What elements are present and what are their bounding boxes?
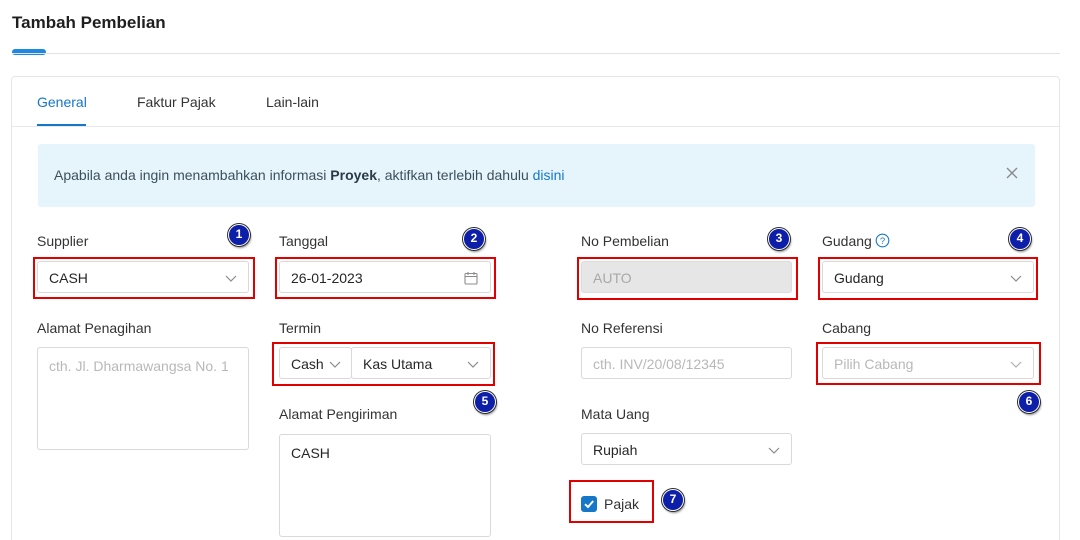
calendar-icon[interactable]: [464, 271, 478, 285]
info-alert: Apabila anda ingin menambahkan informasi…: [38, 144, 1035, 207]
chevron-down-icon: [1010, 361, 1022, 368]
pajak-label[interactable]: Pajak: [604, 496, 639, 512]
alert-link[interactable]: disini: [533, 167, 565, 183]
alamat-pengiriman-value: CASH: [291, 445, 330, 461]
gudang-label: Gudang?: [822, 233, 890, 249]
annotation-badge-4: 4: [1009, 228, 1031, 250]
cabang-select[interactable]: Pilih Cabang: [822, 347, 1034, 379]
annotation-badge-1: 1: [228, 224, 250, 246]
supplier-value: CASH: [49, 270, 88, 286]
termin-type-select[interactable]: Cash: [279, 347, 352, 379]
annotation-badge-2: 2: [463, 228, 485, 250]
alert-text-start: Apabila anda ingin menambahkan informasi: [54, 167, 331, 183]
annotation-badge-3: 3: [768, 228, 790, 250]
help-icon[interactable]: ?: [875, 233, 890, 248]
gudang-label-text: Gudang: [822, 233, 872, 249]
page-title: Tambah Pembelian: [12, 13, 166, 32]
no-referensi-input[interactable]: cth. INV/20/08/12345: [581, 347, 792, 379]
alert-text-end: , aktifkan terlebih dahulu: [376, 167, 533, 183]
alamat-penagihan-label: Alamat Penagihan: [37, 320, 152, 336]
mata-uang-select[interactable]: Rupiah: [581, 433, 792, 465]
svg-text:?: ?: [880, 236, 885, 247]
alamat-pengiriman-textarea[interactable]: CASH: [279, 434, 491, 537]
termin-type-value: Cash: [291, 356, 324, 372]
title-divider: [12, 53, 1060, 54]
annotation-badge-6: 6: [1018, 391, 1040, 413]
supplier-label: Supplier: [37, 233, 89, 249]
annotation-badge-5: 5: [474, 391, 496, 413]
close-icon[interactable]: [1005, 166, 1019, 180]
gudang-select[interactable]: Gudang: [822, 261, 1034, 293]
pajak-checkbox[interactable]: [581, 496, 597, 512]
alert-message: Apabila anda ingin menambahkan informasi…: [54, 167, 565, 183]
tab-lain-lain[interactable]: Lain-lain: [266, 94, 319, 110]
alert-bold-text: Proyek: [330, 167, 377, 183]
tanggal-label: Tanggal: [279, 233, 329, 249]
termin-account-select[interactable]: Kas Utama: [351, 347, 491, 379]
tab-faktur-pajak[interactable]: Faktur Pajak: [137, 94, 216, 110]
cabang-label: Cabang: [822, 320, 872, 336]
chevron-down-icon: [768, 447, 780, 454]
title-accent: [12, 49, 46, 55]
no-referensi-label: No Referensi: [581, 320, 663, 336]
tab-general[interactable]: General: [37, 94, 87, 110]
gudang-value: Gudang: [834, 270, 884, 286]
chevron-down-icon: [467, 361, 479, 368]
mata-uang-value: Rupiah: [593, 442, 638, 458]
alamat-penagihan-placeholder: cth. Jl. Dharmawangsa No. 1: [49, 358, 229, 374]
termin-label: Termin: [279, 320, 322, 336]
checkmark-icon: [584, 500, 594, 509]
cabang-placeholder: Pilih Cabang: [834, 356, 914, 372]
chevron-down-icon: [225, 275, 237, 282]
supplier-select[interactable]: CASH: [37, 261, 249, 293]
no-referensi-placeholder: cth. INV/20/08/12345: [593, 356, 725, 372]
chevron-down-icon: [329, 361, 341, 368]
active-tab-indicator: [37, 124, 86, 126]
form-card: General Faktur Pajak Lain-lain Apabila a…: [11, 76, 1060, 540]
tab-bar: General Faktur Pajak Lain-lain: [12, 77, 1059, 127]
no-pembelian-input: AUTO: [581, 261, 792, 293]
tanggal-date-picker[interactable]: 26-01-2023: [279, 261, 491, 293]
alamat-penagihan-textarea[interactable]: cth. Jl. Dharmawangsa No. 1: [37, 347, 249, 450]
no-pembelian-label: No Pembelian: [581, 233, 669, 249]
mata-uang-label: Mata Uang: [581, 406, 650, 422]
termin-account-value: Kas Utama: [363, 356, 433, 372]
alamat-pengiriman-label: Alamat Pengiriman: [279, 406, 398, 422]
annotation-badge-7: 7: [662, 489, 684, 511]
chevron-down-icon: [1010, 275, 1022, 282]
no-pembelian-value: AUTO: [593, 270, 632, 286]
tanggal-value: 26-01-2023: [291, 270, 363, 286]
